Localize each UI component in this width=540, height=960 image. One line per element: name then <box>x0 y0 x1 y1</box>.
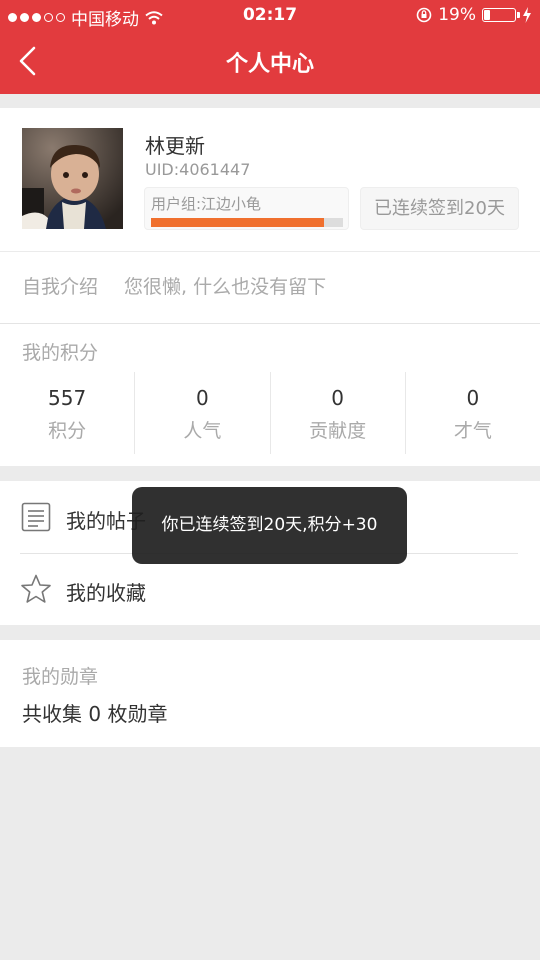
nav-bar: 个人中心 <box>0 30 540 94</box>
rotation-lock-icon <box>416 7 432 23</box>
check-in-toast: 你已连续签到20天,积分+30 <box>132 487 407 564</box>
stat-value: 557 <box>48 386 87 410</box>
battery-icon <box>482 8 520 22</box>
medals-section: 我的勋章 共收集 0 枚勋章 <box>0 640 540 747</box>
document-icon <box>21 502 51 532</box>
check-in-button[interactable]: 已连续签到20天 <box>360 187 519 230</box>
battery-info: 19% <box>416 5 532 25</box>
points-stats: 557 积分 0 人气 0 贡献度 0 才气 <box>0 372 540 454</box>
user-id: UID:4061447 <box>145 160 251 179</box>
menu-item-label: 我的收藏 <box>66 581 146 605</box>
stat-label: 贡献度 <box>309 420 367 442</box>
stat-contribution: 0 贡献度 <box>271 372 406 454</box>
username: 林更新 <box>145 134 205 158</box>
self-intro-label: 自我介绍 <box>22 276 99 298</box>
stat-points: 557 积分 <box>0 372 136 454</box>
level-progress-bar <box>151 218 343 227</box>
medals-title: 我的勋章 <box>22 666 99 688</box>
star-icon <box>21 574 51 603</box>
stat-label: 积分 <box>48 420 87 442</box>
self-intro-row[interactable]: 自我介绍 您很懒, 什么也没有留下 <box>0 252 540 323</box>
charging-icon <box>523 7 531 23</box>
stat-label: 才气 <box>453 420 492 442</box>
level-progress-fill <box>151 218 324 227</box>
stat-value: 0 <box>196 386 209 410</box>
medals-summary: 共收集 0 枚勋章 <box>22 702 168 726</box>
stat-talent: 0 才气 <box>406 372 540 454</box>
battery-percent: 19% <box>438 5 476 25</box>
page-title: 个人中心 <box>225 52 314 77</box>
stat-label: 人气 <box>183 420 222 442</box>
self-intro-text: 您很懒, 什么也没有留下 <box>124 276 327 298</box>
points-section: 我的积分 557 积分 0 人气 0 贡献度 0 才气 <box>0 323 540 466</box>
user-group-box: 用户组:江边小龟 <box>144 187 349 230</box>
profile-card: 林更新 UID:4061447 用户组:江边小龟 已连续签到20天 <box>0 108 540 251</box>
user-group-label: 用户组:江边小龟 <box>151 195 262 213</box>
avatar[interactable] <box>22 128 123 229</box>
stat-value: 0 <box>331 386 344 410</box>
points-title: 我的积分 <box>22 342 99 364</box>
stat-popularity: 0 人气 <box>135 372 271 454</box>
status-bar: 中国移动 02:17 19% <box>0 0 540 30</box>
stat-value: 0 <box>466 386 480 410</box>
